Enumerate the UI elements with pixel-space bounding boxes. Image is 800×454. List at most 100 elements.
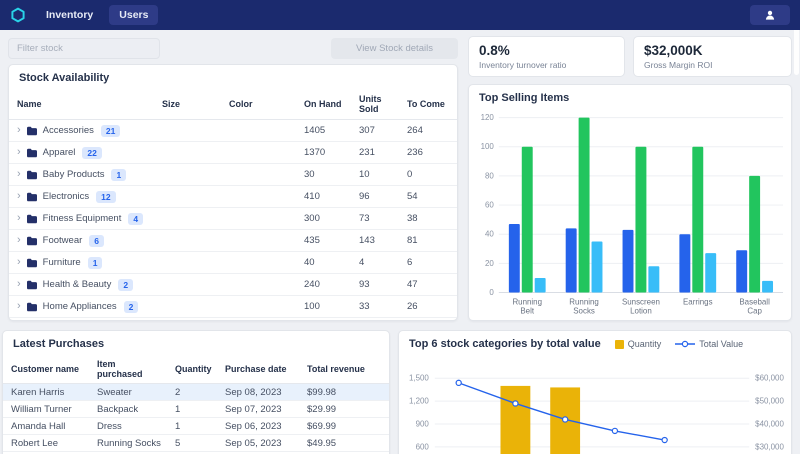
filter-stock-input[interactable] xyxy=(8,38,160,59)
purchases-column-header: Quantity xyxy=(169,355,219,384)
to-come-cell: 54 xyxy=(401,185,457,208)
on-hand-cell: 1405 xyxy=(298,119,353,142)
bar-green[interactable] xyxy=(692,146,704,293)
purchase-row[interactable]: Karen Harris Sweater 2 Sep 08, 2023 $99.98 xyxy=(3,383,389,401)
top6-categories-panel: Top 6 stock categories by total value Qu… xyxy=(398,330,792,454)
name-cell: › Footwear 6 xyxy=(9,229,156,252)
legend-item[interactable]: Total Value xyxy=(675,339,743,349)
size-cell xyxy=(156,207,223,230)
quantity-swatch-icon xyxy=(614,339,624,349)
expand-chevron-icon[interactable]: › xyxy=(17,257,21,268)
bar-green[interactable] xyxy=(521,146,533,293)
category-name: Accessories xyxy=(42,125,94,136)
purchase-item-cell: Backpack xyxy=(91,400,169,418)
color-cell xyxy=(223,163,298,186)
count-badge: 1 xyxy=(111,168,127,181)
name-cell: ›Home Goods2 xyxy=(9,317,156,320)
stock-row-fitness-equipment[interactable]: › Fitness Equipment 4 300 73 38 xyxy=(9,207,457,230)
bar-blue[interactable] xyxy=(679,234,691,293)
purchase-row[interactable]: Amanda Hall Dress 1 Sep 06, 2023 $69.99 xyxy=(3,417,389,435)
purchases-column-header: Total revenue xyxy=(301,355,389,384)
purchase-row[interactable]: William Turner Backpack 1 Sep 07, 2023 $29.9… xyxy=(3,400,389,418)
nav-item-users[interactable]: Users xyxy=(109,5,159,25)
units-sold-cell: 307 xyxy=(353,119,401,142)
bar-blue[interactable] xyxy=(508,224,520,293)
stock-row-health-beauty[interactable]: › Health & Beauty 2 240 93 47 xyxy=(9,273,457,296)
view-stock-details-button[interactable]: View Stock details xyxy=(331,38,458,59)
expand-chevron-icon[interactable]: › xyxy=(17,191,21,202)
top-selling-items-title: Top Selling Items xyxy=(479,92,570,104)
user-menu-button[interactable] xyxy=(750,5,790,25)
stock-row-footwear[interactable]: › Footwear 6 435 143 81 xyxy=(9,229,457,252)
kpi-inventory-turnover: 0.8% Inventory turnover ratio xyxy=(468,36,625,77)
bar-green[interactable] xyxy=(749,175,761,293)
stock-row-electronics[interactable]: › Electronics 12 410 96 54 xyxy=(9,185,457,208)
user-icon xyxy=(765,10,775,20)
main-nav: Inventory Users xyxy=(36,5,159,25)
stock-row-apparel[interactable]: › Apparel 22 1370 231 236 xyxy=(9,141,457,164)
stock-row-home-goods[interactable]: ›Home Goods2 2003646 xyxy=(9,317,457,320)
brand-logo-icon[interactable] xyxy=(10,7,26,23)
bar-green[interactable] xyxy=(578,117,590,293)
stock-row-home-appliances[interactable]: › Home Appliances 2 100 33 26 xyxy=(9,295,457,318)
purchases-column-header: Customer name xyxy=(3,355,91,384)
on-hand-cell: 300 xyxy=(298,207,353,230)
line-marker xyxy=(661,436,668,444)
color-cell xyxy=(223,185,298,208)
expand-chevron-icon[interactable]: › xyxy=(17,235,21,246)
legend-item[interactable]: Quantity xyxy=(614,339,661,349)
bar-blue[interactable] xyxy=(736,250,748,293)
bar-light-blue[interactable] xyxy=(648,266,660,293)
stock-table-header-row: Name Size Color On Hand Units Sold To Come xyxy=(9,89,457,120)
size-cell xyxy=(156,295,223,318)
purchases-table: Customer name Item purchased Quantity Purch… xyxy=(3,355,389,454)
left-tick-label: 1,200 xyxy=(409,397,429,406)
kpi-value: 0.8% xyxy=(479,43,510,58)
stock-availability-panel: Stock Availability Name Size Color On Hand U… xyxy=(8,64,458,321)
bar-light-blue[interactable] xyxy=(705,253,717,293)
bar-blue[interactable] xyxy=(622,229,634,293)
bar-light-blue[interactable] xyxy=(762,280,774,293)
expand-chevron-icon[interactable]: › xyxy=(17,147,21,158)
on-hand-cell: 410 xyxy=(298,185,353,208)
purchase-qty-cell: 1 xyxy=(169,400,219,418)
line-marker xyxy=(611,427,619,435)
folder-icon xyxy=(26,280,37,289)
stock-row-furniture[interactable]: › Furniture 1 40 4 6 xyxy=(9,251,457,274)
to-come-cell: 47 xyxy=(401,273,457,296)
folder-icon xyxy=(26,214,37,223)
expand-chevron-icon[interactable]: › xyxy=(17,301,21,312)
right-tick-label: $40,000 xyxy=(755,420,784,429)
expand-chevron-icon[interactable]: › xyxy=(17,279,21,290)
left-tick-label: 900 xyxy=(416,420,430,429)
line-marker xyxy=(561,416,569,423)
purchase-customer-cell: Amanda Hall xyxy=(3,417,91,435)
y-tick-label: 0 xyxy=(489,288,494,297)
category-name: Apparel xyxy=(42,147,76,158)
purchase-item-cell: Sweater xyxy=(91,383,169,401)
kpi-label: Inventory turnover ratio xyxy=(479,60,567,70)
count-badge: 4 xyxy=(128,212,144,225)
to-come-cell: 0 xyxy=(401,163,457,186)
x-category-label: Cap xyxy=(747,306,762,315)
units-sold-cell: 93 xyxy=(353,273,401,296)
bar-green[interactable] xyxy=(635,146,647,293)
category-name: Health & Beauty xyxy=(42,279,112,290)
bar-light-blue[interactable] xyxy=(534,277,546,293)
expand-chevron-icon[interactable]: › xyxy=(17,213,21,224)
kpi-label: Gross Margin ROI xyxy=(644,60,713,70)
folder-icon xyxy=(26,170,37,179)
bar-blue[interactable] xyxy=(565,228,577,293)
expand-chevron-icon[interactable]: › xyxy=(17,169,21,180)
units-sold-cell: 10 xyxy=(353,163,401,186)
stock-row-accessories[interactable]: › Accessories 21 1405 307 264 xyxy=(9,119,457,142)
quantity-bar[interactable] xyxy=(500,385,531,454)
size-cell xyxy=(156,317,223,320)
bar-light-blue[interactable] xyxy=(591,241,603,293)
nav-item-inventory[interactable]: Inventory xyxy=(36,5,103,25)
purchase-row[interactable]: Robert Lee Running Socks 5 Sep 05, 2023 $49.… xyxy=(3,434,389,452)
purchase-revenue-cell: $29.99 xyxy=(301,400,389,418)
expand-chevron-icon[interactable]: › xyxy=(17,125,21,136)
right-tick-label: $50,000 xyxy=(755,397,784,406)
stock-row-baby-products[interactable]: › Baby Products 1 30 10 0 xyxy=(9,163,457,186)
